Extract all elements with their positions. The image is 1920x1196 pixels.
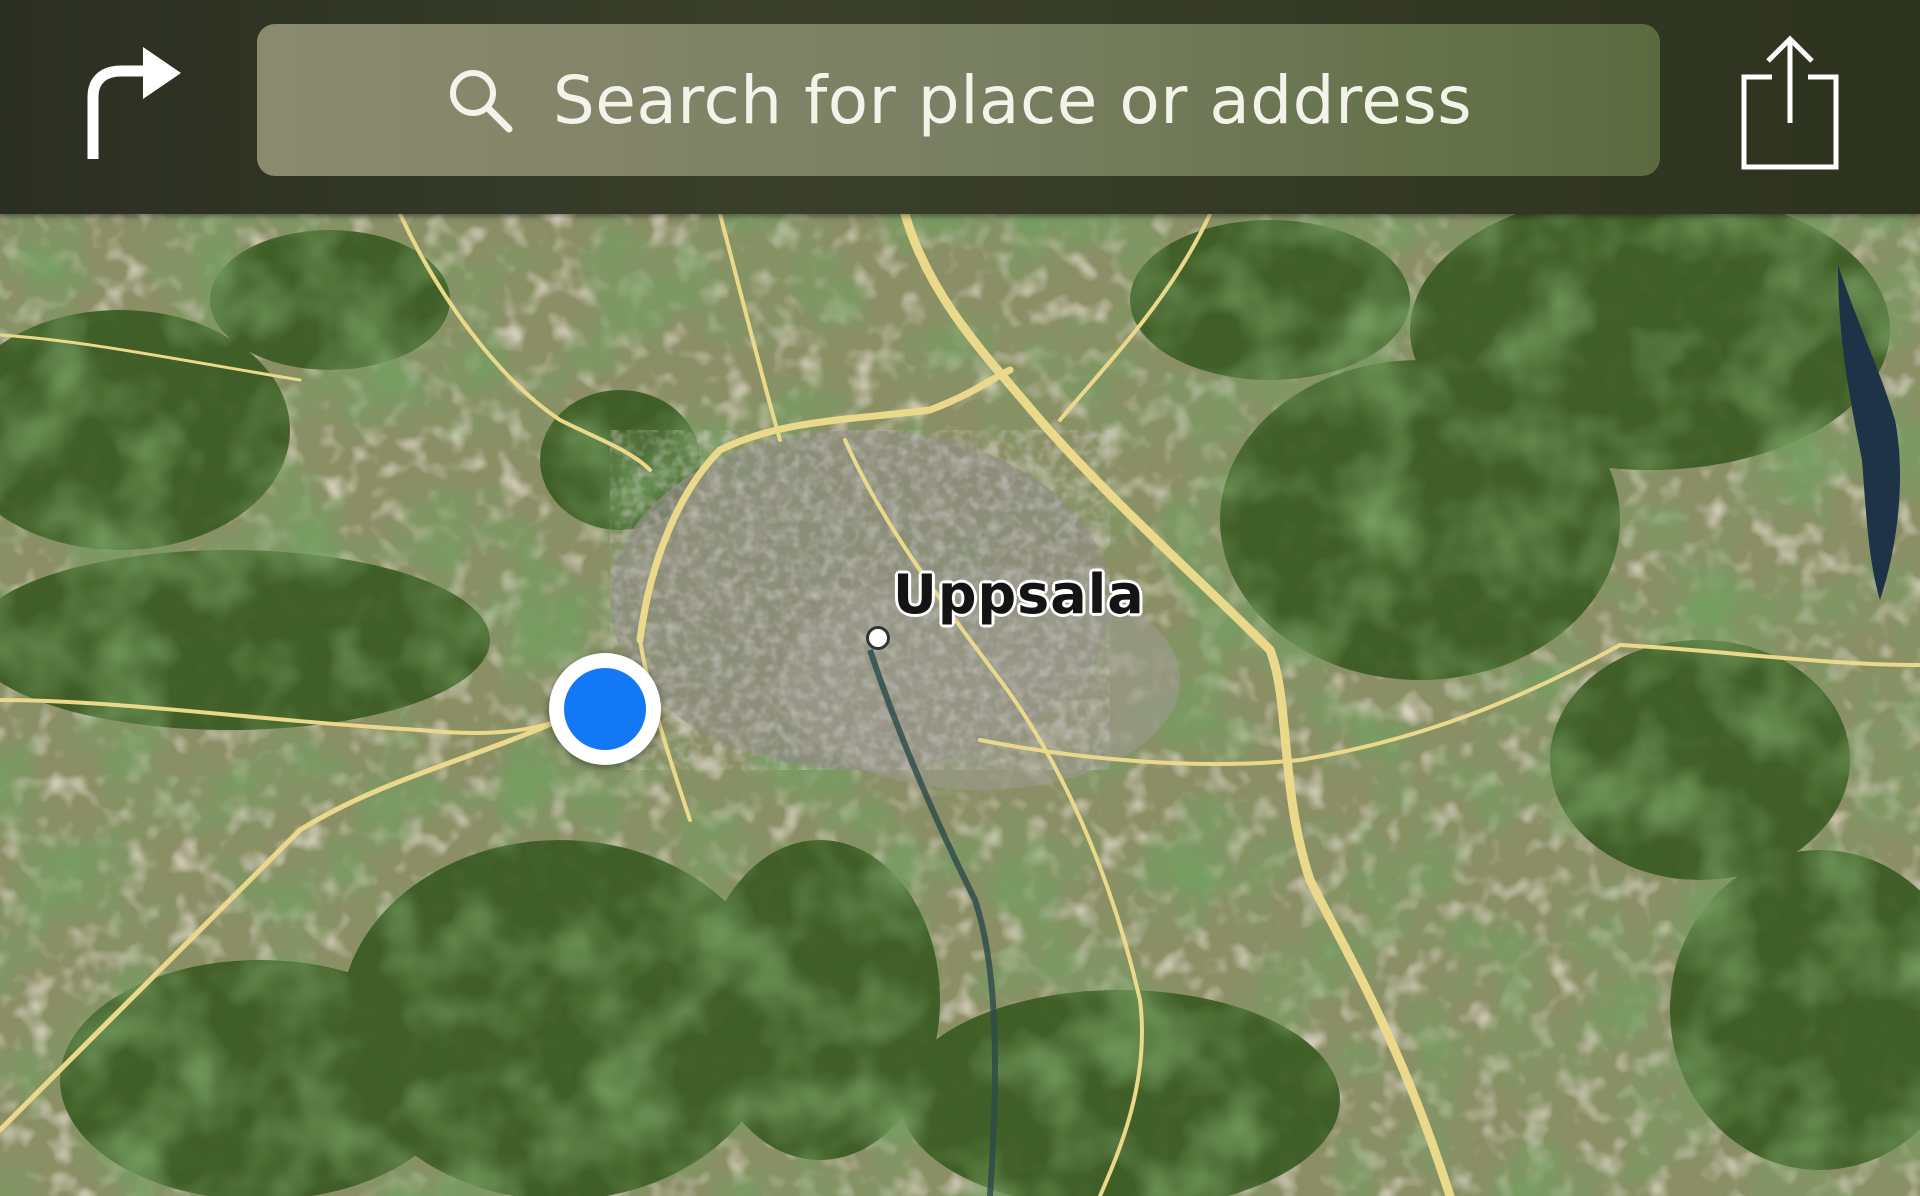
city-center-dot[interactable] — [866, 626, 890, 650]
share-icon — [1741, 35, 1839, 170]
turn-right-arrow-icon — [87, 47, 181, 159]
magnifier-icon — [445, 65, 515, 135]
search-bar[interactable]: Search for place or address — [257, 24, 1660, 176]
search-placeholder: Search for place or address — [552, 61, 1473, 139]
top-toolbar: Search for place or address — [0, 0, 1920, 214]
user-location-marker[interactable] — [549, 653, 661, 765]
city-label-uppsala[interactable]: Uppsala — [893, 563, 1145, 626]
share-button[interactable] — [1730, 28, 1850, 178]
directions-button[interactable] — [66, 36, 196, 166]
user-location-dot — [564, 668, 646, 750]
